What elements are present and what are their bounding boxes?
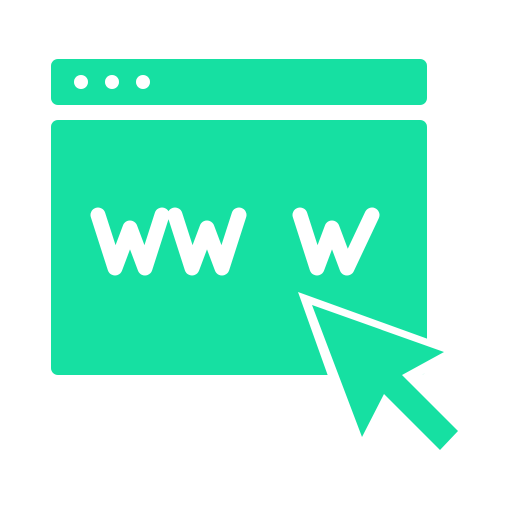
window-dot-2 [105,75,119,89]
window-dot-1 [74,75,88,89]
web-browser-www-icon [51,59,476,470]
window-dot-3 [136,75,150,89]
